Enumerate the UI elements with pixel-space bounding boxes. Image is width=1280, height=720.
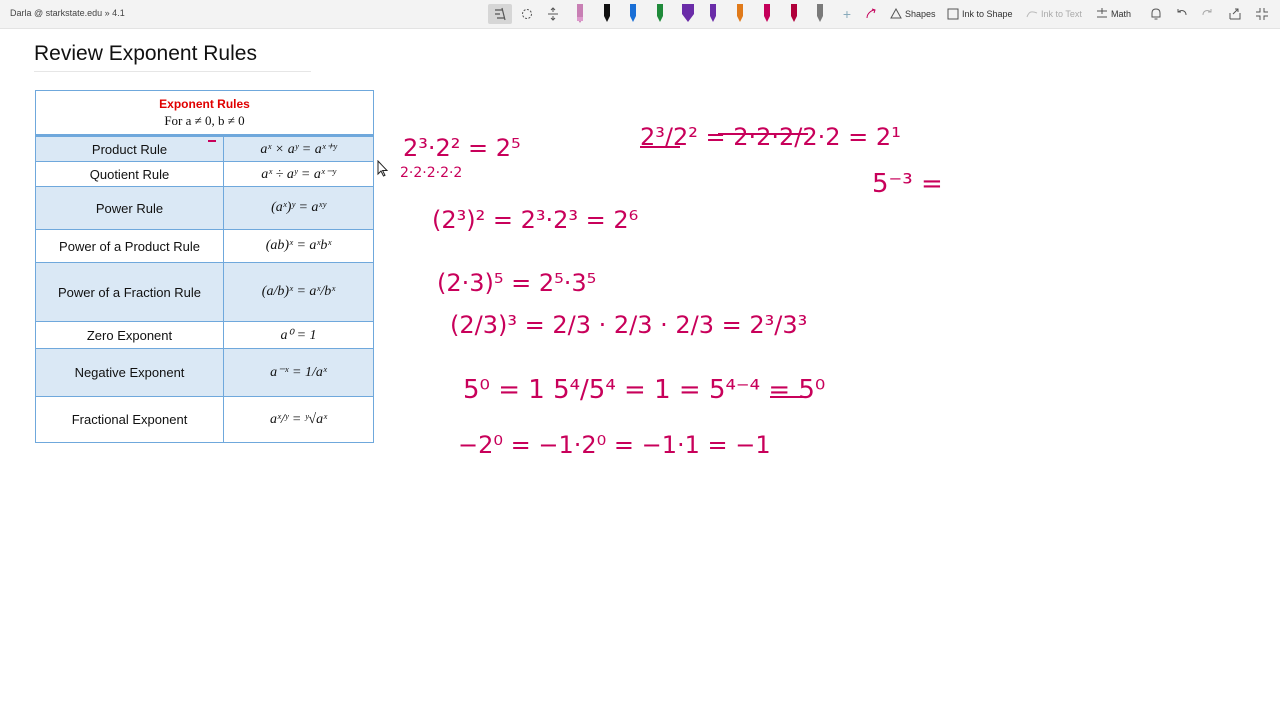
- ink-line-1: 2³·2² = 2⁵: [403, 134, 521, 162]
- ink-text: 5⁻³ =: [872, 169, 943, 199]
- ink-canvas[interactable]: 2³·2² = 2⁵ 2·2·2·2·2 2³/2² = 2·2·2/2·2 =…: [0, 0, 1280, 720]
- ink-line-7: 5⁰ = 1 5⁴/5⁴ = 1 = 5⁴⁻⁴ = 5⁰: [463, 375, 825, 405]
- ink-text: (2/3)³ = 2/3 · 2/3 · 2/3 = 2³/3³: [450, 311, 807, 339]
- ink-line-4: (2³)² = 2³·2³ = 2⁶: [432, 206, 638, 234]
- ink-text: −2⁰ = −1·2⁰ = −1·1 = −1: [458, 431, 771, 459]
- ink-text: 5⁰ = 1 5⁴/5⁴ = 1 = 5⁴⁻⁴ = 5⁰: [463, 375, 825, 405]
- ink-text: 2·2·2·2·2: [400, 165, 462, 181]
- ink-text: (2·3)⁵ = 2⁵·3⁵: [437, 269, 596, 297]
- ink-line-8: −2⁰ = −1·2⁰ = −1·1 = −1: [458, 431, 771, 459]
- ink-line-1-expanded: 2·2·2·2·2: [400, 165, 462, 181]
- ink-line-3: 5⁻³ =: [872, 169, 943, 199]
- ink-line-5: (2·3)⁵ = 2⁵·3⁵: [437, 269, 596, 297]
- ink-text: 2³·2² = 2⁵: [403, 134, 521, 162]
- ink-line-6: (2/3)³ = 2/3 · 2/3 · 2/3 = 2³/3³: [450, 311, 807, 339]
- ink-text: (2³)² = 2³·2³ = 2⁶: [432, 206, 638, 234]
